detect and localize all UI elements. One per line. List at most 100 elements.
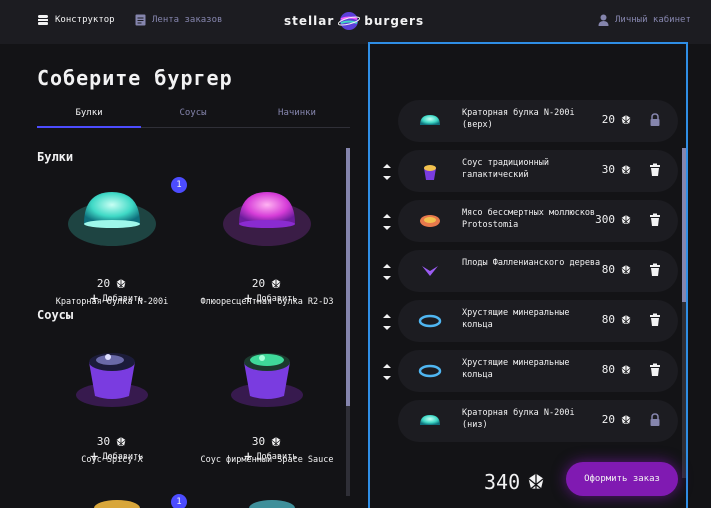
constructor-item-name: Мясо бессмертных моллюсков Protostomia	[462, 208, 596, 230]
plus-icon: +	[90, 449, 99, 465]
sauce-bowl-icon	[76, 353, 148, 407]
meat-icon	[420, 215, 440, 227]
currency-icon	[115, 278, 127, 290]
add-button[interactable]: + Добавить	[244, 291, 298, 307]
ingredient-price: 20	[192, 277, 342, 290]
crater-bun-icon	[420, 115, 440, 125]
add-button[interactable]: + Добавить	[90, 291, 144, 307]
nav-constructor-label: Конструктор	[55, 15, 115, 25]
nav-account[interactable]: Личный кабинет	[598, 14, 691, 26]
logo-text-stellar: stellar	[284, 14, 335, 28]
lock-icon	[650, 413, 660, 426]
place-order-button[interactable]: Оформить заказ	[566, 462, 678, 496]
add-button-label: Добавить	[102, 294, 144, 304]
constructor-item-name: Краторная булка N-200i (верх)	[462, 108, 575, 130]
tab-fillings[interactable]: Начинки	[245, 104, 349, 128]
planet-logo-icon	[338, 12, 361, 30]
trash-icon[interactable]	[648, 363, 662, 377]
trash-icon[interactable]	[648, 313, 662, 327]
constructor-item[interactable]: Соус традиционный галактический 30	[398, 150, 678, 192]
constructor-item[interactable]: Хрустящие минеральные кольца 80	[398, 350, 678, 392]
currency-icon	[620, 214, 632, 226]
plus-icon: +	[244, 449, 253, 465]
plus-icon: +	[244, 291, 253, 307]
ingredient-tabs: Булки Соусы Начинки	[37, 104, 350, 128]
constructor-item-price: 20	[602, 113, 632, 126]
constructor-item[interactable]: Мясо бессмертных моллюсков Protostomia 3…	[398, 200, 678, 242]
crater-bun-icon	[68, 192, 156, 246]
price-value: 30	[601, 163, 615, 176]
ingredient-price: 20	[37, 277, 187, 290]
constructor-item-top-bun[interactable]: Краторная булка N-200i (верх) 20	[398, 100, 678, 142]
currency-icon	[620, 414, 632, 426]
fruit-icon	[422, 266, 438, 276]
price-value: 20	[601, 113, 615, 126]
constructor-item-price: 30	[602, 163, 632, 176]
ingredient-counter: 1	[171, 177, 187, 193]
section-title-sauces: Соусы	[37, 308, 74, 322]
ingredient-price: 30	[192, 435, 342, 448]
ingredients-scrollbar-thumb[interactable]	[346, 148, 350, 406]
constructor-item-price: 300	[595, 213, 632, 226]
tab-buns[interactable]: Булки	[37, 104, 141, 128]
currency-icon	[115, 436, 127, 448]
constructor-item[interactable]: Плоды Фалленианского дерева 80	[398, 250, 678, 292]
lock-icon	[650, 113, 660, 126]
constructor-item-price: 20	[602, 413, 632, 426]
constructor-item-name: Хрустящие минеральные кольца	[462, 308, 570, 330]
nav-order-feed[interactable]: Лента заказов	[135, 14, 222, 26]
constructor-scrollbar-thumb[interactable]	[682, 148, 686, 302]
tab-sauces[interactable]: Соусы	[141, 104, 245, 128]
currency-icon	[270, 436, 282, 448]
list-icon	[135, 14, 146, 26]
currency-icon	[526, 472, 546, 492]
constructor-item-bottom-bun[interactable]: Краторная булка N-200i (низ) 20	[398, 400, 678, 442]
burger-constructor[interactable]: Краторная булка N-200i (верх) 20 Соус тр…	[368, 42, 688, 508]
price-value: 300	[595, 213, 615, 226]
plus-icon: +	[90, 291, 99, 307]
rings-icon	[418, 314, 442, 328]
ingredient-counter: 1	[171, 494, 187, 508]
constructor-item[interactable]: Хрустящие минеральные кольца 80	[398, 300, 678, 342]
constructor-item-price: 80	[602, 263, 632, 276]
price-value: 30	[96, 435, 111, 448]
add-button-label: Добавить	[256, 294, 298, 304]
nav-account-label: Личный кабинет	[615, 15, 691, 25]
trash-icon[interactable]	[648, 163, 662, 177]
drag-handle-icon[interactable]	[382, 262, 392, 282]
drag-handle-icon[interactable]	[382, 212, 392, 232]
price-value: 80	[601, 363, 615, 376]
nav-constructor[interactable]: Конструктор	[37, 14, 115, 26]
currency-icon	[620, 314, 632, 326]
drag-handle-icon[interactable]	[382, 162, 392, 182]
add-button-label: Добавить	[256, 452, 298, 462]
constructor-item-name: Плоды Фалленианского дерева	[462, 258, 601, 268]
currency-icon	[620, 114, 632, 126]
rings-icon	[418, 364, 442, 378]
constructor-item-price: 80	[602, 363, 632, 376]
price-value: 80	[601, 313, 615, 326]
sauce-icon	[424, 165, 436, 180]
next-ingredient-icon	[249, 500, 295, 508]
logo[interactable]: stellar burgers	[284, 10, 424, 32]
add-button-label: Добавить	[102, 452, 144, 462]
add-button[interactable]: + Добавить	[244, 449, 298, 465]
constructor-item-name: Краторная булка N-200i (низ)	[462, 408, 575, 430]
price-value: 20	[601, 413, 615, 426]
trash-icon[interactable]	[648, 263, 662, 277]
add-button[interactable]: + Добавить	[90, 449, 144, 465]
drag-handle-icon[interactable]	[382, 362, 392, 382]
price-value: 30	[251, 435, 266, 448]
drag-handle-icon[interactable]	[382, 312, 392, 332]
constructor-item-name: Соус традиционный галактический	[462, 158, 549, 180]
app-header: Конструктор Лента заказов stellar burger…	[0, 0, 711, 44]
logo-text-burgers: burgers	[364, 14, 425, 28]
profile-icon	[598, 14, 609, 26]
crater-bun-icon	[420, 415, 440, 425]
trash-icon[interactable]	[648, 213, 662, 227]
sauce-bowl-icon	[231, 353, 303, 407]
page-title: Соберите бургер	[37, 66, 233, 90]
currency-icon	[620, 264, 632, 276]
section-title-buns: Булки	[37, 150, 74, 164]
currency-icon	[270, 278, 282, 290]
